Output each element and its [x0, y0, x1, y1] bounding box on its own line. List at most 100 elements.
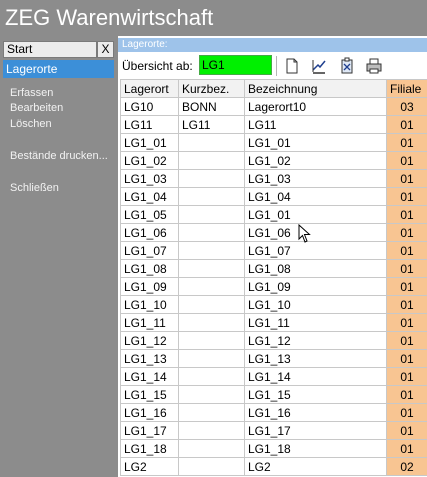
table-row[interactable]: LG1_11 LG1_11 01	[120, 313, 427, 332]
cell-filiale[interactable]: 01	[386, 277, 427, 296]
cell-lagerort[interactable]: LG1_18	[120, 439, 179, 458]
cell-filiale[interactable]: 01	[386, 115, 427, 134]
column-header-kurzbez[interactable]: Kurzbez.	[178, 79, 245, 98]
cell-filiale[interactable]: 03	[386, 97, 427, 116]
cell-bezeichnung[interactable]: Lagerort10	[244, 97, 387, 116]
cell-lagerort[interactable]: LG1_07	[120, 241, 179, 260]
table-row[interactable]: LG1_15 LG1_15 01	[120, 385, 427, 404]
cell-filiale[interactable]: 01	[386, 187, 427, 206]
cell-filiale[interactable]: 01	[386, 151, 427, 170]
table-row[interactable]: LG1_05 LG1_01 01	[120, 205, 427, 224]
cell-lagerort[interactable]: LG1_05	[120, 205, 179, 224]
cell-kurzbez[interactable]	[178, 151, 245, 170]
menu-item-bestaende-drucken[interactable]: Bestände drucken...	[10, 150, 108, 163]
cell-filiale[interactable]: 01	[386, 223, 427, 242]
cell-kurzbez[interactable]	[178, 133, 245, 152]
cell-filiale[interactable]: 01	[386, 385, 427, 404]
cell-kurzbez[interactable]: LG11	[178, 115, 245, 134]
cell-lagerort[interactable]: LG1_16	[120, 403, 179, 422]
cell-bezeichnung[interactable]: LG1_10	[244, 295, 387, 314]
cell-kurzbez[interactable]	[178, 439, 245, 458]
cell-kurzbez[interactable]	[178, 241, 245, 260]
cell-filiale[interactable]: 01	[386, 313, 427, 332]
cell-bezeichnung[interactable]: LG1_04	[244, 187, 387, 206]
cell-lagerort[interactable]: LG2	[120, 457, 179, 476]
cell-bezeichnung[interactable]: LG2	[244, 457, 387, 476]
cell-bezeichnung[interactable]: LG1_15	[244, 385, 387, 404]
column-header-filiale[interactable]: Filiale	[386, 79, 427, 98]
table-row[interactable]: LG1_01 LG1_01 01	[120, 133, 427, 152]
cell-kurzbez[interactable]	[178, 403, 245, 422]
cell-kurzbez[interactable]	[178, 313, 245, 332]
cell-bezeichnung[interactable]: LG1_18	[244, 439, 387, 458]
cell-kurzbez[interactable]	[178, 223, 245, 242]
sidebar-item-lagerorte[interactable]: Lagerorte	[3, 60, 114, 78]
cell-kurzbez[interactable]	[178, 169, 245, 188]
menu-item-bearbeiten[interactable]: Bearbeiten	[10, 102, 63, 115]
table-row[interactable]: LG1_12 LG1_12 01	[120, 331, 427, 350]
cell-bezeichnung[interactable]: LG1_06	[244, 223, 387, 242]
cell-lagerort[interactable]: LG1_12	[120, 331, 179, 350]
cell-filiale[interactable]: 01	[386, 403, 427, 422]
table-row[interactable]: LG11 LG11 LG11 01	[120, 115, 427, 134]
cell-lagerort[interactable]: LG1_11	[120, 313, 179, 332]
table-row[interactable]: LG10 BONN Lagerort10 03	[120, 97, 427, 116]
table-row[interactable]: LG1_03 LG1_03 01	[120, 169, 427, 188]
cell-filiale[interactable]: 01	[386, 349, 427, 368]
cell-kurzbez[interactable]	[178, 457, 245, 476]
cell-bezeichnung[interactable]: LG11	[244, 115, 387, 134]
column-header-lagerort[interactable]: Lagerort	[120, 79, 179, 98]
cell-bezeichnung[interactable]: LG1_01	[244, 205, 387, 224]
cell-lagerort[interactable]: LG1_13	[120, 349, 179, 368]
cell-kurzbez[interactable]	[178, 259, 245, 278]
table-row[interactable]: LG1_16 LG1_16 01	[120, 403, 427, 422]
cell-bezeichnung[interactable]: LG1_14	[244, 367, 387, 386]
cell-kurzbez[interactable]	[178, 277, 245, 296]
cell-bezeichnung[interactable]: LG1_08	[244, 259, 387, 278]
table-row[interactable]: LG2 LG2 02	[120, 457, 427, 476]
cell-kurzbez[interactable]	[178, 385, 245, 404]
cell-kurzbez[interactable]	[178, 295, 245, 314]
table-row[interactable]: LG1_10 LG1_10 01	[120, 295, 427, 314]
edit-button[interactable]	[309, 56, 329, 76]
cell-lagerort[interactable]: LG1_14	[120, 367, 179, 386]
cell-bezeichnung[interactable]: LG1_17	[244, 421, 387, 440]
cell-filiale[interactable]: 01	[386, 367, 427, 386]
cell-filiale[interactable]: 01	[386, 295, 427, 314]
cell-filiale[interactable]: 01	[386, 259, 427, 278]
table-row[interactable]: LG1_14 LG1_14 01	[120, 367, 427, 386]
menu-item-schliessen[interactable]: Schließen	[10, 182, 59, 195]
cell-kurzbez[interactable]	[178, 205, 245, 224]
cell-lagerort[interactable]: LG1_04	[120, 187, 179, 206]
new-button[interactable]	[282, 56, 302, 76]
cell-lagerort[interactable]: LG11	[120, 115, 179, 134]
cell-lagerort[interactable]: LG10	[120, 97, 179, 116]
table-row[interactable]: LG1_04 LG1_04 01	[120, 187, 427, 206]
cell-lagerort[interactable]: LG1_03	[120, 169, 179, 188]
table-row[interactable]: LG1_07 LG1_07 01	[120, 241, 427, 260]
cell-bezeichnung[interactable]: LG1_07	[244, 241, 387, 260]
cell-kurzbez[interactable]	[178, 187, 245, 206]
cell-filiale[interactable]: 01	[386, 205, 427, 224]
cell-lagerort[interactable]: LG1_10	[120, 295, 179, 314]
cell-filiale[interactable]: 01	[386, 421, 427, 440]
cell-bezeichnung[interactable]: LG1_12	[244, 331, 387, 350]
cell-lagerort[interactable]: LG1_17	[120, 421, 179, 440]
cell-bezeichnung[interactable]: LG1_09	[244, 277, 387, 296]
cell-kurzbez[interactable]	[178, 421, 245, 440]
cell-lagerort[interactable]: LG1_15	[120, 385, 179, 404]
cell-bezeichnung[interactable]: LG1_01	[244, 133, 387, 152]
cell-lagerort[interactable]: LG1_02	[120, 151, 179, 170]
overview-search-input[interactable]	[199, 55, 272, 75]
start-tab[interactable]: Start	[3, 41, 97, 58]
cell-kurzbez[interactable]	[178, 349, 245, 368]
cell-filiale[interactable]: 01	[386, 331, 427, 350]
cell-lagerort[interactable]: LG1_09	[120, 277, 179, 296]
print-button[interactable]	[364, 56, 384, 76]
menu-item-erfassen[interactable]: Erfassen	[10, 87, 53, 100]
cell-bezeichnung[interactable]: LG1_11	[244, 313, 387, 332]
cell-kurzbez[interactable]	[178, 331, 245, 350]
cell-bezeichnung[interactable]: LG1_03	[244, 169, 387, 188]
menu-item-loeschen[interactable]: Löschen	[10, 118, 52, 131]
cell-filiale[interactable]: 01	[386, 241, 427, 260]
